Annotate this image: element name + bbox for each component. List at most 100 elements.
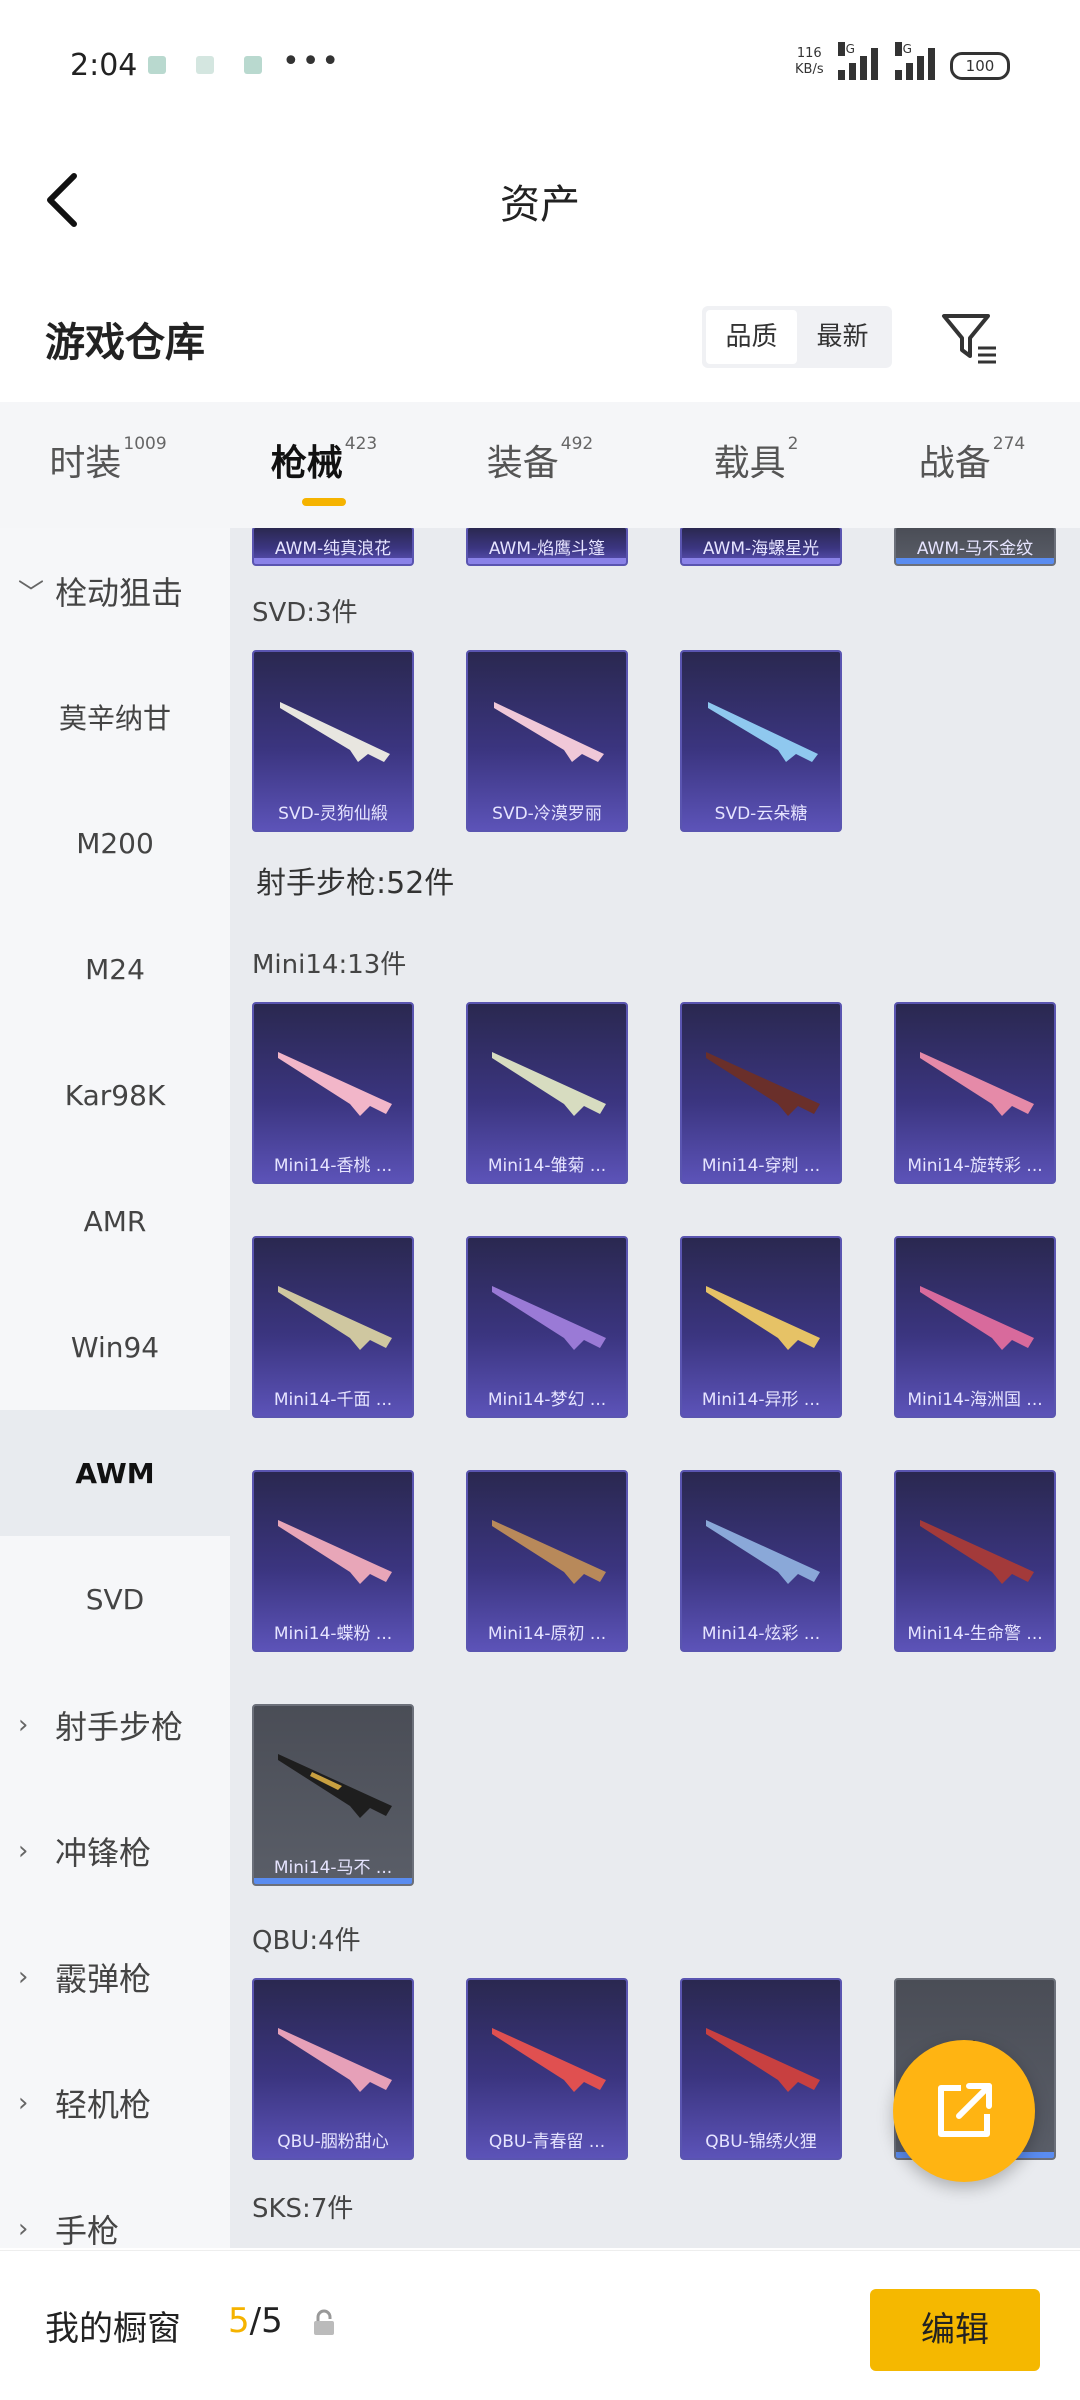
category-tabs: 时装 1009 枪械 423 装备 492 载具 2 战备 274 (0, 402, 1080, 528)
status-bar: 2:04 ••• 116 KB/s 5G 5G 100 (0, 0, 1080, 110)
weapon-card[interactable]: QBU-青春留 ... (466, 1978, 628, 2160)
tab-guns[interactable]: 枪械 423 (216, 402, 432, 528)
sidebar-group-lmg[interactable]: › 轻机枪 (0, 2040, 230, 2166)
tab-count: 2 (787, 434, 799, 454)
chevron-right-icon: › (18, 1710, 29, 1740)
weapon-name: Mini14-炫彩 ... (701, 1624, 821, 1644)
weapon-name: Mini14-梦幻 ... (487, 1390, 607, 1410)
chevron-right-icon: › (18, 2214, 29, 2244)
tab-label: 装备 (486, 443, 559, 484)
sidebar-group-marksman[interactable]: › 射手步枪 (0, 1662, 230, 1788)
sidebar-group-smg[interactable]: › 冲锋枪 (0, 1788, 230, 1914)
weapon-card[interactable]: Mini14-穿刺 ... (680, 1002, 842, 1184)
share-fab-button[interactable] (893, 2040, 1035, 2182)
sidebar-item-kar98k[interactable]: Kar98K (0, 1032, 230, 1158)
signal-icon: 5G (838, 42, 878, 80)
sidebar-item-amr[interactable]: AMR (0, 1158, 230, 1284)
rifle-icon (706, 2028, 820, 2092)
showcase-bar: 我的橱窗 5/5 编辑 (0, 2250, 1080, 2400)
network-speed-value: 116 (796, 46, 822, 61)
sort-latest-button[interactable]: 最新 (797, 310, 888, 364)
rifle-icon (278, 1520, 392, 1584)
weapon-card[interactable]: Mini14-原初 ... (466, 1470, 628, 1652)
sidebar-group-bolt-sniper[interactable]: ﹀ 栓动狙击 (0, 528, 230, 654)
rifle-icon (708, 702, 818, 762)
sidebar-group-pistol[interactable]: › 手枪 (0, 2166, 230, 2248)
sidebar-item-awm[interactable]: AWM (0, 1410, 230, 1536)
weapon-name: AWM-焰鹰斗篷 (488, 539, 606, 559)
weapon-card[interactable]: AWM-马不金纹 (894, 528, 1056, 566)
tab-label: 战备 (918, 443, 991, 484)
weapon-card[interactable]: Mini14-炫彩 ... (680, 1470, 842, 1652)
rifle-icon (492, 1286, 606, 1350)
weapon-card[interactable]: Mini14-雏菊 ... (466, 1002, 628, 1184)
sort-quality-button[interactable]: 品质 (706, 310, 797, 364)
status-time: 2:04 (70, 48, 138, 83)
tab-supplies[interactable]: 战备 274 (864, 402, 1080, 528)
tab-fashion[interactable]: 时装 1009 (0, 402, 216, 528)
weapon-name: AWM-纯真浪花 (274, 539, 392, 559)
weapon-card[interactable]: Mini14-蝶粉 ... (252, 1470, 414, 1652)
share-external-icon (938, 2083, 992, 2137)
sidebar-item-svd[interactable]: SVD (0, 1536, 230, 1662)
sidebar-item-mosin[interactable]: 莫辛纳甘 (0, 654, 230, 780)
weapon-name: Mini14-雏菊 ... (487, 1156, 607, 1176)
section-title-marksman: 射手步枪:52件 (256, 866, 455, 901)
rifle-icon (492, 1520, 606, 1584)
battery-icon: 100 (950, 52, 1010, 80)
weapon-name: Mini14-旋转彩 ... (907, 1156, 1043, 1176)
sidebar-group-label: 栓动狙击 (55, 574, 184, 612)
weapon-card[interactable]: QBU-锦绣火狸 (680, 1978, 842, 2160)
weapon-name: SVD-冷漠罗丽 (492, 804, 602, 824)
weapon-card[interactable]: QBU-胭粉甜心 (252, 1978, 414, 2160)
lock-icon[interactable] (312, 2309, 336, 2337)
weapon-card[interactable]: Mini14-生命警 ... (894, 1470, 1056, 1652)
sidebar-item-m200[interactable]: M200 (0, 780, 230, 906)
section-title-svd: SVD:3件 (252, 598, 358, 628)
rarity-bar (682, 558, 840, 564)
rifle-icon (706, 1520, 820, 1584)
tab-count: 274 (992, 434, 1026, 454)
weapon-card[interactable]: AWM-焰鹰斗篷 (466, 528, 628, 566)
edit-button[interactable]: 编辑 (870, 2289, 1040, 2371)
weapon-card[interactable]: SVD-灵狗仙緞 (252, 650, 414, 832)
rifle-icon (706, 1286, 820, 1350)
weapon-name: Mini14-原初 ... (487, 1624, 607, 1644)
sidebar-item-m24[interactable]: M24 (0, 906, 230, 1032)
weapon-card[interactable]: Mini14-香桃 ... (252, 1002, 414, 1184)
tab-equipment[interactable]: 装备 492 (432, 402, 648, 528)
sidebar-group-label: 冲锋枪 (55, 1834, 152, 1872)
weapon-card[interactable]: Mini14-梦幻 ... (466, 1236, 628, 1418)
chevron-down-icon: ﹀ (18, 578, 45, 609)
sidebar-group-label: 手枪 (55, 2212, 120, 2248)
showcase-label: 我的橱窗 (45, 2309, 181, 2349)
weapon-card[interactable]: SVD-云朵糖 (680, 650, 842, 832)
sidebar-group-shotgun[interactable]: › 霰弹枪 (0, 1914, 230, 2040)
weapon-grid: AWM-纯真浪花 AWM-焰鹰斗篷 AWM-海螺星光 AWM-马不金纹 SVD:… (230, 528, 1080, 2248)
weapon-card[interactable]: Mini14-马不 ... (252, 1704, 414, 1886)
notification-icon (196, 56, 214, 74)
weapon-card[interactable]: AWM-纯真浪花 (252, 528, 414, 566)
sort-toggle: 品质 最新 (702, 306, 892, 368)
rarity-bar (254, 1878, 412, 1884)
filter-icon[interactable] (940, 310, 1000, 366)
rifle-icon (278, 1286, 392, 1350)
tab-vehicles[interactable]: 载具 2 (648, 402, 864, 528)
weapon-name: QBU-胭粉甜心 (277, 2132, 389, 2152)
section-title-sks: SKS:7件 (252, 2194, 354, 2224)
weapon-card[interactable]: Mini14-旋转彩 ... (894, 1002, 1056, 1184)
rifle-icon (920, 1052, 1034, 1116)
tab-count: 423 (344, 434, 378, 454)
signal-icon: 5G (895, 42, 935, 80)
weapon-card[interactable]: SVD-冷漠罗丽 (466, 650, 628, 832)
weapon-name: Mini14-异形 ... (701, 1390, 821, 1410)
notification-icon (244, 56, 262, 74)
sidebar-item-win94[interactable]: Win94 (0, 1284, 230, 1410)
tab-label: 时装 (49, 443, 122, 484)
rifle-icon (280, 702, 390, 762)
weapon-card[interactable]: Mini14-海洲国 ... (894, 1236, 1056, 1418)
rifle-icon (278, 1052, 392, 1116)
weapon-card[interactable]: Mini14-千面 ... (252, 1236, 414, 1418)
weapon-card[interactable]: Mini14-异形 ... (680, 1236, 842, 1418)
weapon-card[interactable]: AWM-海螺星光 (680, 528, 842, 566)
